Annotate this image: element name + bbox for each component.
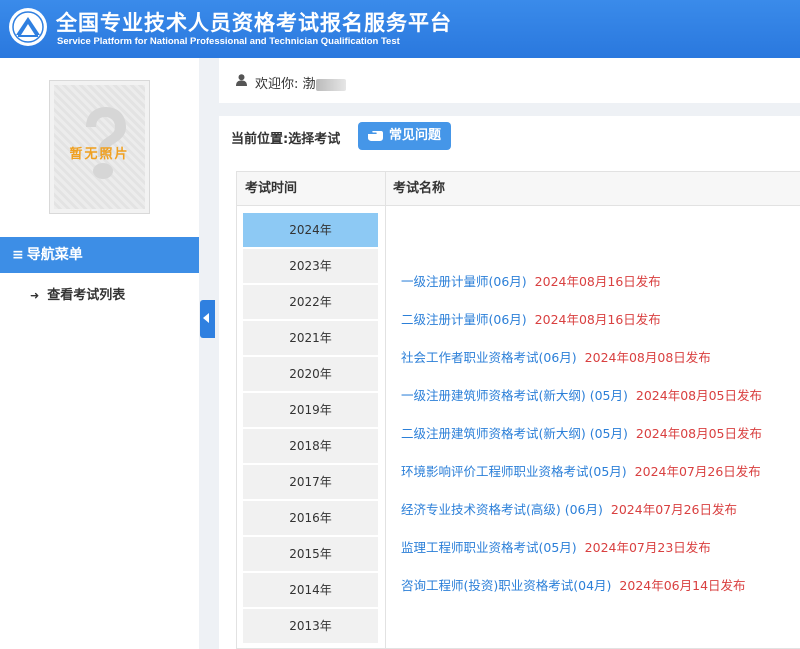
nav-menu-title: 导航菜单 [26, 247, 83, 263]
exam-link[interactable]: 环境影响评价工程师职业资格考试(05月) [401, 464, 627, 479]
sidebar-item-exam-list[interactable]: ➜ 查看考试列表 [30, 284, 125, 303]
exam-table: 考试时间 考试名称 2024年 2023年 2022年 2021年 2020年 … [236, 171, 800, 649]
list-item: 二级注册计量师(06月) 2024年08月16日发布 [401, 310, 800, 348]
publish-date: 2024年08月08日发布 [584, 350, 711, 365]
year-item[interactable]: 2016年 [243, 501, 378, 535]
publish-date: 2024年07月26日发布 [634, 464, 761, 479]
year-list: 2024年 2023年 2022年 2021年 2020年 2019年 2018… [243, 213, 378, 645]
nav-menu-header: ≡ 导航菜单 [0, 237, 199, 273]
header: 全国专业技术人员资格考试报名服务平台 Service Platform for … [0, 0, 800, 58]
column-header-name: 考试名称 [393, 181, 446, 196]
breadcrumb: 当前位置:选择考试 [231, 132, 341, 147]
list-item: 一级注册建筑师资格考试(新大纲) (05月) 2024年08月05日发布 [401, 386, 800, 424]
welcome-text: 欢迎你: 渤 [255, 73, 346, 92]
welcome-label: 欢迎你: [255, 77, 299, 92]
sidebar: 暂无照片 ≡ 导航菜单 ➜ 查看考试列表 [0, 58, 199, 649]
year-item[interactable]: 2015年 [243, 537, 378, 571]
publish-date: 2024年08月16日发布 [534, 312, 661, 327]
exam-link[interactable]: 社会工作者职业资格考试(06月) [401, 350, 577, 365]
year-item[interactable]: 2014年 [243, 573, 378, 607]
avatar: 暂无照片 [49, 80, 150, 214]
exam-link[interactable]: 一级注册建筑师资格考试(新大纲) (05月) [401, 388, 628, 403]
platform-title: 全国专业技术人员资格考试报名服务平台 [56, 11, 452, 35]
list-item: 一级注册计量师(06月) 2024年08月16日发布 [401, 272, 800, 310]
year-item[interactable]: 2019年 [243, 393, 378, 427]
exam-link[interactable]: 二级注册计量师(06月) [401, 312, 527, 327]
faq-button[interactable]: 常见问题 [358, 122, 451, 150]
username-redacted [315, 78, 346, 91]
year-item[interactable]: 2021年 [243, 321, 378, 355]
user-icon [236, 74, 247, 86]
year-item[interactable]: 2023年 [243, 249, 378, 283]
main-panel: 当前位置:选择考试 常见问题 考试时间 考试名称 2024年 2023年 202… [219, 116, 800, 649]
publish-date: 2024年08月05日发布 [635, 388, 763, 403]
year-item[interactable]: 2020年 [243, 357, 378, 391]
exam-link[interactable]: 二级注册建筑师资格考试(新大纲) (05月) [401, 426, 628, 441]
faq-button-label: 常见问题 [389, 128, 442, 143]
sign-in-icon: ➜ [30, 289, 40, 302]
list-item: 二级注册建筑师资格考试(新大纲) (05月) 2024年08月05日发布 [401, 424, 800, 462]
year-item[interactable]: 2024年 [243, 213, 378, 247]
exam-link[interactable]: 监理工程师职业资格考试(05月) [401, 540, 577, 555]
exam-list: 一级注册计量师(06月) 2024年08月16日发布 二级注册计量师(06月) 20… [401, 272, 800, 614]
column-header-time: 考试时间 [245, 181, 298, 196]
list-item: 经济专业技术资格考试(高级) (06月) 2024年07月26日发布 [401, 500, 800, 538]
username: 渤 [302, 77, 316, 92]
publish-date: 2024年08月16日发布 [534, 274, 661, 289]
chevron-left-icon [203, 313, 209, 323]
year-item[interactable]: 2017年 [243, 465, 378, 499]
year-item[interactable]: 2013年 [243, 609, 378, 643]
table-header: 考试时间 考试名称 [237, 172, 800, 206]
exam-link[interactable]: 一级注册计量师(06月) [401, 274, 527, 289]
publish-date: 2024年06月14日发布 [619, 578, 746, 593]
welcome-bar: 欢迎你: 渤 [219, 58, 800, 103]
logo-icon [9, 8, 47, 46]
publish-date: 2024年08月05日发布 [635, 426, 763, 441]
list-item: 咨询工程师(投资)职业资格考试(04月) 2024年06月14日发布 [401, 576, 800, 614]
list-item: 监理工程师职业资格考试(05月) 2024年07月23日发布 [401, 538, 800, 576]
menu-icon: ≡ [12, 247, 24, 263]
list-item: 社会工作者职业资格考试(06月) 2024年08月08日发布 [401, 348, 800, 386]
publish-date: 2024年07月26日发布 [610, 502, 738, 517]
platform-subtitle: Service Platform for National Profession… [57, 36, 400, 47]
year-item[interactable]: 2018年 [243, 429, 378, 463]
publish-date: 2024年07月23日发布 [584, 540, 711, 555]
year-item[interactable]: 2022年 [243, 285, 378, 319]
list-item: 环境影响评价工程师职业资格考试(05月) 2024年07月26日发布 [401, 462, 800, 500]
no-photo-label: 暂无照片 [69, 147, 130, 162]
sidebar-collapse-button[interactable] [200, 300, 215, 338]
sidebar-item-label: 查看考试列表 [47, 288, 126, 303]
exam-link[interactable]: 咨询工程师(投资)职业资格考试(04月) [401, 578, 611, 593]
exam-link[interactable]: 经济专业技术资格考试(高级) (06月) [401, 502, 603, 517]
pointing-hand-icon [368, 131, 383, 141]
column-divider [385, 172, 386, 649]
